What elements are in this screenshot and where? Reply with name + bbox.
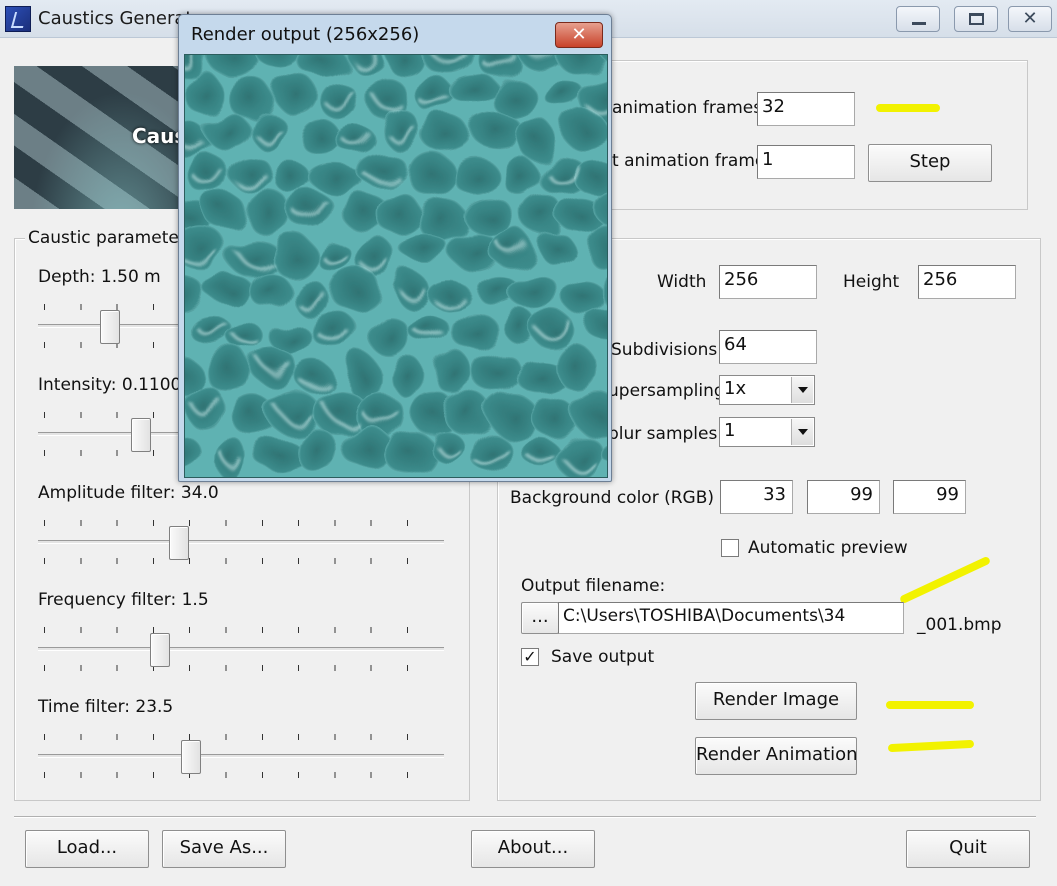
output-filename-label: Output filename: bbox=[521, 576, 666, 596]
close-button[interactable]: ✕ bbox=[1008, 6, 1052, 32]
bg-blue-input[interactable]: 99 bbox=[893, 480, 966, 514]
subdivisions-input[interactable]: 64 bbox=[719, 330, 817, 364]
amplitude-filter-slider[interactable] bbox=[38, 512, 444, 572]
blur-samples-value: 1 bbox=[724, 420, 736, 441]
animation-frames-label: animation frames bbox=[612, 98, 763, 118]
frequency-filter-slider[interactable] bbox=[38, 619, 444, 679]
bg-green-input[interactable]: 99 bbox=[807, 480, 880, 514]
bottom-separator bbox=[14, 816, 1036, 818]
yellow-highlight-marker bbox=[876, 104, 940, 112]
caustics-render-image bbox=[184, 54, 608, 478]
amplitude-slider-thumb[interactable] bbox=[169, 526, 189, 560]
render-image-button[interactable]: Render Image bbox=[695, 682, 857, 720]
chevron-down-icon[interactable] bbox=[791, 419, 813, 445]
time-filter-slider[interactable] bbox=[38, 726, 444, 786]
supersampling-select[interactable]: 1x bbox=[719, 375, 815, 405]
frequency-slider-thumb[interactable] bbox=[150, 633, 170, 667]
yellow-highlight-marker bbox=[886, 701, 974, 709]
chevron-down-icon[interactable] bbox=[791, 377, 813, 403]
output-suffix: _001.bmp bbox=[917, 615, 1002, 635]
intensity-label: Intensity: 0.1100 bbox=[38, 375, 182, 395]
automatic-preview-label: Automatic preview bbox=[748, 538, 908, 558]
background-color-label: Background color (RGB) bbox=[510, 488, 714, 508]
minimize-button[interactable] bbox=[896, 6, 940, 32]
bg-red-input[interactable]: 33 bbox=[720, 480, 793, 514]
depth-slider-thumb[interactable] bbox=[100, 310, 120, 344]
intensity-slider-thumb[interactable] bbox=[131, 418, 151, 452]
supersampling-value: 1x bbox=[724, 378, 747, 399]
load-button[interactable]: Load... bbox=[25, 830, 149, 868]
save-output-checkbox[interactable]: ✓ bbox=[521, 648, 539, 666]
render-animation-button[interactable]: Render Animation bbox=[695, 737, 858, 775]
width-label: Width bbox=[657, 272, 707, 292]
time-slider-thumb[interactable] bbox=[181, 740, 201, 774]
output-filename-input[interactable]: C:\Users\TOSHIBA\Documents\34 bbox=[558, 602, 904, 634]
browse-button[interactable]: ... bbox=[521, 602, 559, 634]
depth-label: Depth: 1.50 m bbox=[38, 267, 161, 287]
supersampling-label: upersampling bbox=[608, 381, 725, 401]
frequency-filter-label: Frequency filter: 1.5 bbox=[38, 590, 209, 610]
automatic-preview-checkbox[interactable] bbox=[721, 539, 739, 557]
close-icon: ✕ bbox=[571, 24, 587, 45]
animation-group bbox=[606, 60, 1028, 210]
save-output-label: Save output bbox=[551, 647, 655, 667]
preview-thumbnail: Caus bbox=[14, 66, 194, 209]
step-button[interactable]: Step bbox=[868, 144, 992, 182]
time-filter-label: Time filter: 23.5 bbox=[38, 697, 174, 717]
blur-samples-select[interactable]: 1 bbox=[719, 417, 815, 447]
maximize-button[interactable] bbox=[954, 6, 998, 32]
render-window-title: Render output (256x256) bbox=[191, 24, 420, 45]
about-button[interactable]: About... bbox=[471, 830, 595, 868]
width-input[interactable]: 256 bbox=[719, 265, 817, 299]
blur-samples-label: blur samples bbox=[608, 424, 718, 444]
current-frame-label: t animation frame bbox=[612, 151, 766, 171]
render-window-close-button[interactable]: ✕ bbox=[555, 22, 603, 48]
animation-frames-input[interactable]: 32 bbox=[757, 92, 855, 126]
subdivisions-label: Subdivisions bbox=[611, 340, 718, 360]
height-label: Height bbox=[843, 272, 900, 292]
save-as-button[interactable]: Save As... bbox=[162, 830, 286, 868]
app-icon bbox=[5, 6, 31, 32]
height-input[interactable]: 256 bbox=[918, 265, 1016, 299]
current-frame-input[interactable]: 1 bbox=[757, 145, 855, 179]
amplitude-filter-label: Amplitude filter: 34.0 bbox=[38, 483, 219, 503]
minimize-icon bbox=[912, 22, 926, 25]
maximize-icon bbox=[969, 13, 984, 25]
render-output-window[interactable]: Render output (256x256) ✕ bbox=[178, 14, 612, 482]
quit-button[interactable]: Quit bbox=[906, 830, 1030, 868]
close-icon: ✕ bbox=[1022, 8, 1038, 29]
caustic-parameters-title: Caustic parameters bbox=[25, 228, 198, 248]
